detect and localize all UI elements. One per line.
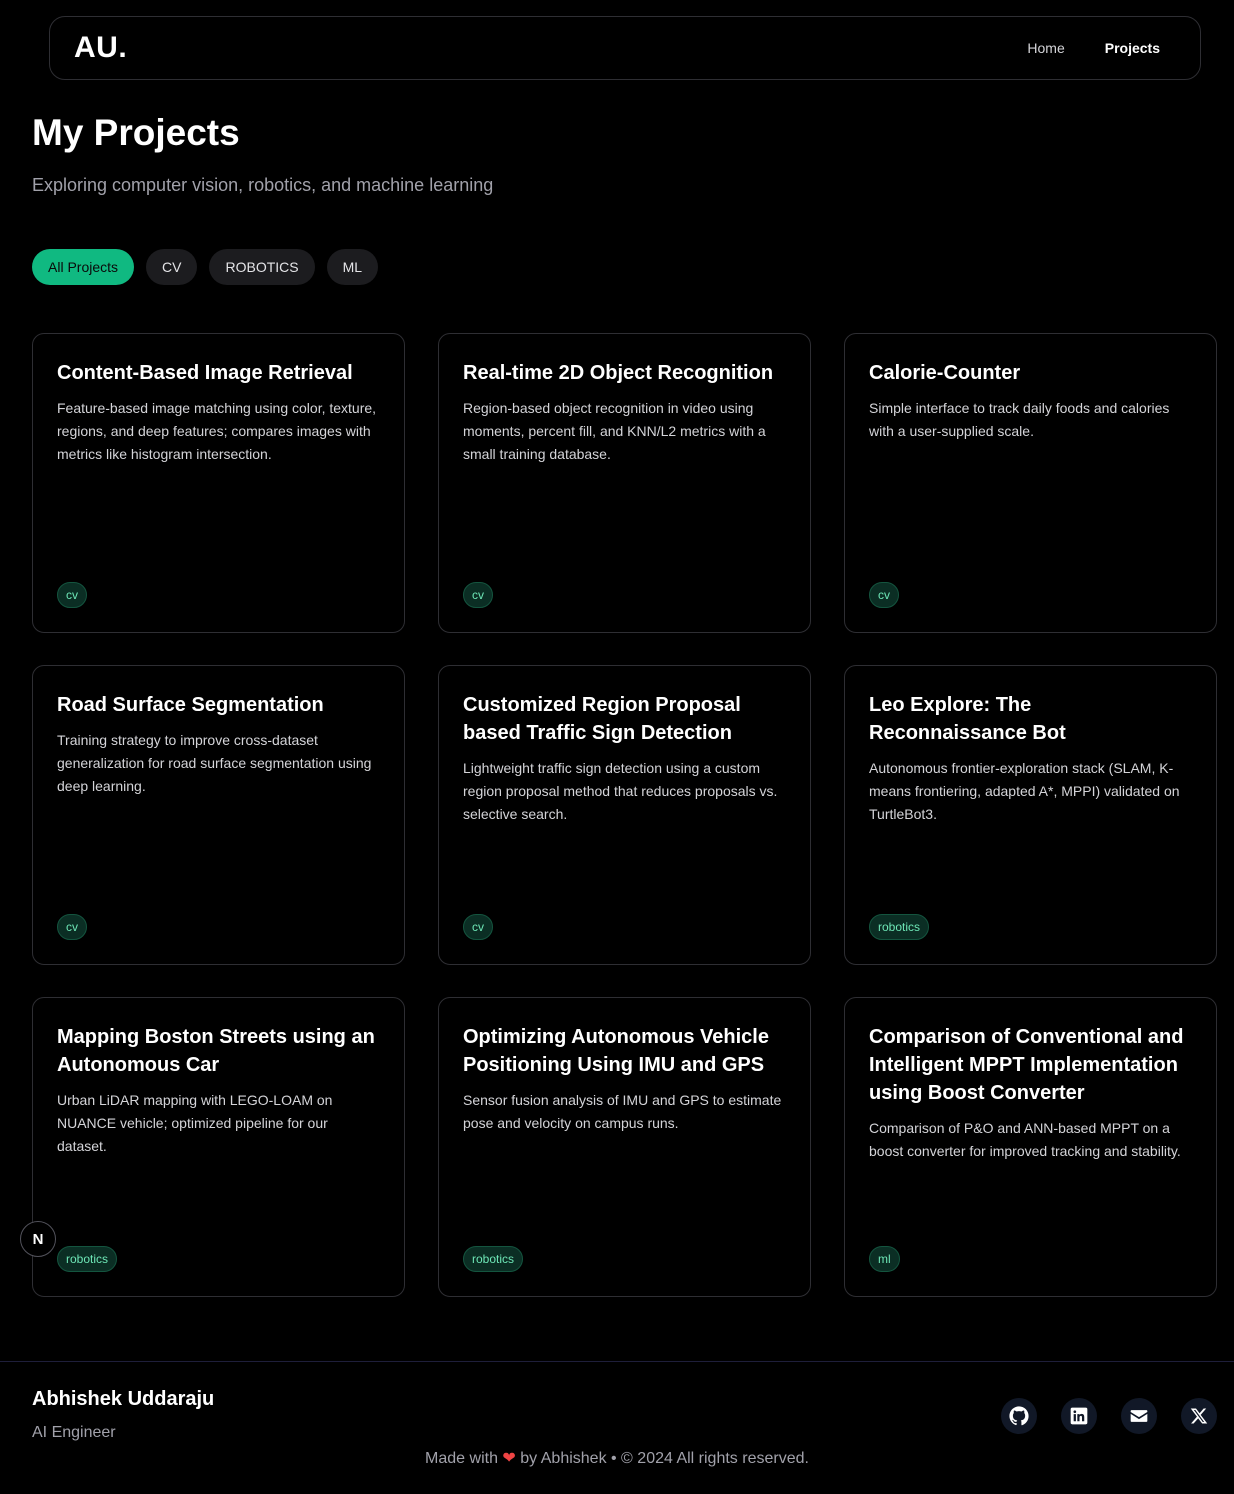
project-card[interactable]: Content-Based Image Retrieval Feature-ba…	[32, 333, 405, 633]
nav-link-home[interactable]: Home	[1027, 40, 1064, 56]
nav-links: Home Projects	[1027, 40, 1160, 56]
page-subtitle: Exploring computer vision, robotics, and…	[32, 175, 494, 195]
project-tag: robotics	[463, 1246, 524, 1272]
project-title: Calorie-Counter	[869, 362, 1021, 384]
project-card[interactable]: Customized Region Proposal based Traffic…	[438, 665, 811, 965]
page-title: My Projects	[32, 112, 240, 153]
filter-bar: All Projects CV ROBOTICS ML	[32, 249, 379, 285]
project-tag: cv	[463, 914, 493, 940]
project-title: Mapping Boston Streets using an Autonomo…	[57, 1026, 375, 1076]
project-card[interactable]: Calorie-Counter Simple interface to trac…	[844, 333, 1217, 633]
project-card[interactable]: Road Surface Segmentation Training strat…	[32, 665, 405, 965]
project-description: Training strategy to improve cross-datas…	[57, 732, 372, 794]
project-tag: robotics	[869, 914, 930, 940]
project-tag: ml	[869, 1246, 900, 1272]
project-card[interactable]: Optimizing Autonomous Vehicle Positionin…	[438, 997, 811, 1297]
project-title: Optimizing Autonomous Vehicle Positionin…	[463, 1026, 769, 1076]
navbar: AU. Home Projects	[49, 16, 1201, 80]
made-with-text: Made with	[425, 1450, 498, 1467]
filter-all-projects[interactable]: All Projects	[32, 249, 135, 285]
x-link[interactable]	[1181, 1398, 1217, 1434]
logo[interactable]: AU.	[74, 31, 127, 65]
project-description: Feature-based image matching using color…	[57, 400, 377, 462]
project-description: Sensor fusion analysis of IMU and GPS to…	[463, 1092, 782, 1131]
project-tag: cv	[57, 914, 87, 940]
project-tag: robotics	[57, 1246, 118, 1272]
project-description: Region-based object recognition in video…	[463, 400, 766, 462]
project-card[interactable]: Mapping Boston Streets using an Autonomo…	[32, 997, 405, 1297]
project-tag: cv	[57, 582, 87, 608]
social-links	[1001, 1398, 1217, 1434]
footer-role: AI Engineer	[32, 1424, 116, 1441]
project-grid: Content-Based Image Retrieval Feature-ba…	[32, 333, 1217, 1297]
project-title: Comparison of Conventional and Intellige…	[869, 1026, 1184, 1104]
project-title: Content-Based Image Retrieval	[57, 362, 353, 384]
project-title: Road Surface Segmentation	[57, 694, 324, 716]
mail-icon	[1130, 1410, 1148, 1422]
linkedin-icon	[1070, 1407, 1088, 1425]
project-card[interactable]: Comparison of Conventional and Intellige…	[844, 997, 1217, 1297]
project-title: Leo Explore: The Reconnaissance Bot	[869, 694, 1066, 744]
project-card[interactable]: Real-time 2D Object Recognition Region-b…	[438, 333, 811, 633]
copyright-line: Made with ❤ by Abhishek • © 2024 All rig…	[0, 1448, 1234, 1468]
project-card[interactable]: Leo Explore: The Reconnaissance Bot Auto…	[844, 665, 1217, 965]
nav-link-projects[interactable]: Projects	[1105, 40, 1160, 56]
linkedin-link[interactable]	[1061, 1398, 1097, 1434]
project-description: Lightweight traffic sign detection using…	[463, 760, 778, 822]
project-tag: cv	[463, 582, 493, 608]
footer-divider	[0, 1361, 1234, 1362]
project-description: Urban LiDAR mapping with LEGO-LOAM on NU…	[57, 1092, 333, 1154]
heart-icon: ❤	[502, 1450, 516, 1467]
github-icon	[1009, 1406, 1029, 1426]
copyright-text: by Abhishek • © 2024 All rights reserved…	[520, 1450, 809, 1467]
filter-cv[interactable]: CV	[146, 249, 198, 285]
mail-link[interactable]	[1121, 1398, 1157, 1434]
project-title: Customized Region Proposal based Traffic…	[463, 694, 741, 744]
project-tag: cv	[869, 582, 899, 608]
x-icon	[1190, 1408, 1208, 1424]
filter-ml[interactable]: ML	[326, 249, 379, 285]
github-link[interactable]	[1001, 1398, 1037, 1434]
project-description: Autonomous frontier-exploration stack (S…	[869, 760, 1180, 822]
footer-name: Abhishek Uddaraju	[32, 1388, 215, 1410]
project-description: Comparison of P&O and ANN-based MPPT on …	[869, 1120, 1181, 1159]
project-title: Real-time 2D Object Recognition	[463, 362, 774, 384]
nextjs-dev-badge[interactable]: N	[20, 1221, 56, 1257]
project-description: Simple interface to track daily foods an…	[869, 400, 1170, 439]
filter-robotics[interactable]: ROBOTICS	[209, 249, 315, 285]
